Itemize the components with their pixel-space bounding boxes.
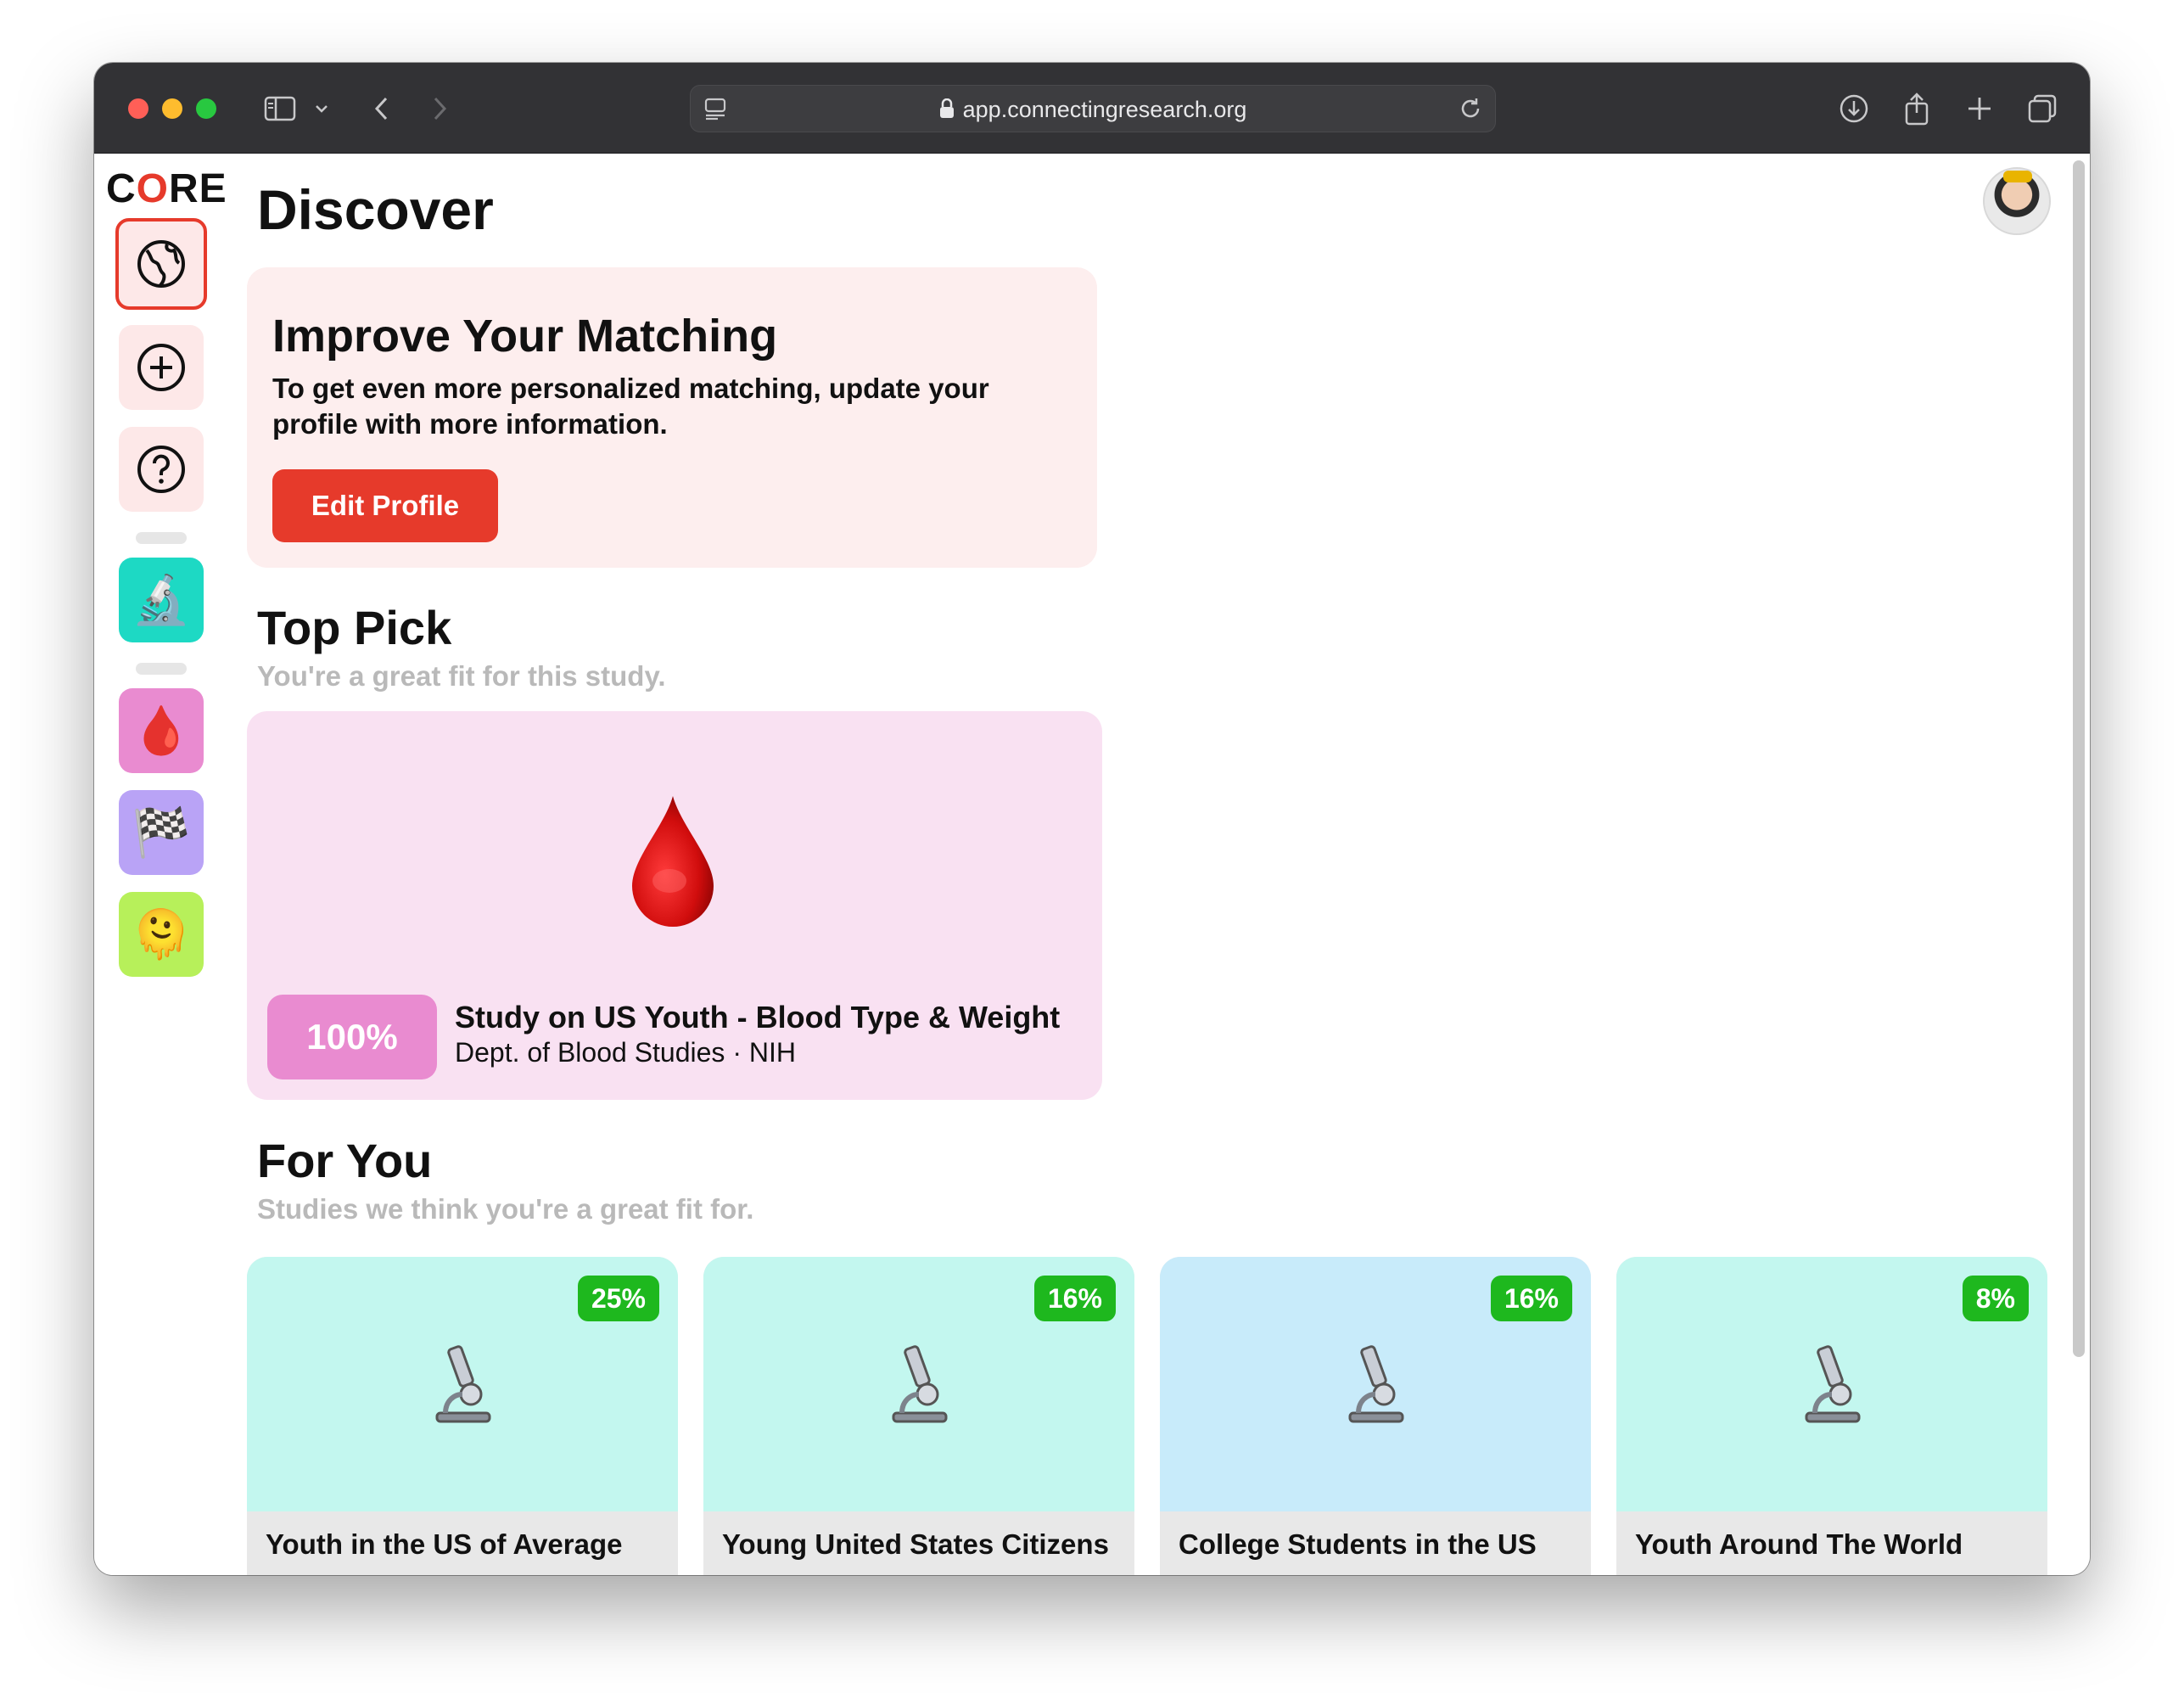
sidebar: CORE 🔬 🩸 🏁 🫠 xyxy=(94,154,230,1575)
microscope-icon xyxy=(1341,1342,1409,1431)
melting-face-icon: 🫠 xyxy=(132,907,191,961)
browser-toolbar: app.connectingresearch.org xyxy=(94,63,2090,154)
study-card-banner: 16% xyxy=(1160,1257,1591,1511)
forward-icon[interactable] xyxy=(425,88,456,129)
plus-circle-icon xyxy=(137,344,185,391)
study-card[interactable]: 16% Young United States Citizens xyxy=(703,1257,1134,1575)
avatar[interactable] xyxy=(1983,167,2051,235)
blood-drop-icon: 🩸 xyxy=(132,704,191,757)
study-card-title: Young United States Citizens xyxy=(722,1528,1109,1560)
address-bar[interactable]: app.connectingresearch.org xyxy=(690,85,1496,132)
nav-help-button[interactable] xyxy=(119,427,204,512)
new-tab-icon[interactable] xyxy=(1961,88,1998,129)
page: app.connectingresearch.org CORE 🔬 🩸 🏁 🫠 … xyxy=(0,0,2184,1699)
microscope-icon xyxy=(1798,1342,1866,1431)
zoom-window-button[interactable] xyxy=(196,98,216,119)
microscope-icon xyxy=(428,1342,496,1431)
vertical-scrollbar[interactable] xyxy=(2073,160,2085,1357)
back-icon[interactable] xyxy=(366,88,396,129)
core-logo[interactable]: CORE xyxy=(106,165,227,212)
improve-text: To get even more personalized matching, … xyxy=(272,373,989,440)
match-badge: 16% xyxy=(1490,1276,1572,1321)
study-department: Dept. of Blood Studies · NIH xyxy=(455,1037,796,1068)
sidebar-study-melting-face[interactable]: 🫠 xyxy=(119,892,204,977)
sidebar-study-flag[interactable]: 🏁 xyxy=(119,790,204,875)
blood-drop-icon xyxy=(629,793,717,933)
for-you-subtitle: Studies we think you're a great fit for. xyxy=(257,1193,754,1225)
sidebar-study-blood[interactable]: 🩸 xyxy=(119,688,204,773)
improve-matching-card: Improve Your Matching To get even more p… xyxy=(247,267,1097,568)
match-badge: 16% xyxy=(1033,1276,1116,1321)
main-content: Discover Improve Your Matching To get ev… xyxy=(247,154,2090,1575)
download-icon[interactable] xyxy=(1835,88,1873,129)
study-card[interactable]: 8% Youth Around The World xyxy=(1616,1257,2047,1575)
study-title: Study on US Youth - Blood Type & Weight xyxy=(455,1000,1061,1035)
top-pick-subtitle: You're a great fit for this study. xyxy=(257,660,666,692)
chevron-down-icon[interactable] xyxy=(310,88,333,129)
study-card-title: College Students in the US xyxy=(1179,1528,1537,1560)
sidebar-divider xyxy=(136,663,187,675)
microscope-icon: 🔬 xyxy=(132,573,191,626)
question-circle-icon xyxy=(137,446,185,493)
lock-icon xyxy=(939,98,955,125)
edit-profile-button[interactable]: Edit Profile xyxy=(272,469,498,542)
tab-overview-icon[interactable] xyxy=(2024,88,2061,129)
study-card-title: Youth Around The World xyxy=(1635,1528,1963,1560)
match-badge: 8% xyxy=(1962,1276,2029,1321)
for-you-title: For You xyxy=(257,1134,433,1187)
nav-create-button[interactable] xyxy=(119,325,204,410)
study-card[interactable]: 25% Youth in the US of Average xyxy=(247,1257,678,1575)
globe-icon xyxy=(137,240,185,288)
study-card-banner: 16% xyxy=(703,1257,1134,1511)
minimize-window-button[interactable] xyxy=(162,98,182,119)
study-card-title: Youth in the US of Average xyxy=(266,1528,623,1560)
close-window-button[interactable] xyxy=(128,98,148,119)
match-percentage-pill: 100% xyxy=(267,995,437,1079)
sidebar-divider xyxy=(136,532,187,544)
avatar-hat xyxy=(2003,171,2032,182)
sidebar-icon[interactable] xyxy=(260,88,300,129)
page-title: Discover xyxy=(257,178,494,241)
reload-icon[interactable] xyxy=(1458,96,1483,126)
top-pick-card[interactable]: 100% Study on US Youth - Blood Type & We… xyxy=(247,711,1102,1100)
study-card-banner: 25% xyxy=(247,1257,678,1511)
nav-discover-button[interactable] xyxy=(115,218,207,310)
browser-window: app.connectingresearch.org CORE 🔬 🩸 🏁 🫠 … xyxy=(94,63,2090,1575)
improve-title: Improve Your Matching xyxy=(272,311,778,362)
url-text[interactable]: app.connectingresearch.org xyxy=(963,97,1247,122)
study-card-banner: 8% xyxy=(1616,1257,2047,1511)
share-icon[interactable] xyxy=(1898,88,1935,129)
match-badge: 25% xyxy=(577,1276,659,1321)
microscope-icon xyxy=(885,1342,953,1431)
study-card[interactable]: 16% College Students in the US xyxy=(1160,1257,1591,1575)
sidebar-study-microscope[interactable]: 🔬 xyxy=(119,558,204,642)
checkered-flag-icon: 🏁 xyxy=(132,805,191,859)
top-pick-title: Top Pick xyxy=(257,601,452,654)
web-content: CORE 🔬 🩸 🏁 🫠 Discover Improve Your Match… xyxy=(94,154,2090,1575)
